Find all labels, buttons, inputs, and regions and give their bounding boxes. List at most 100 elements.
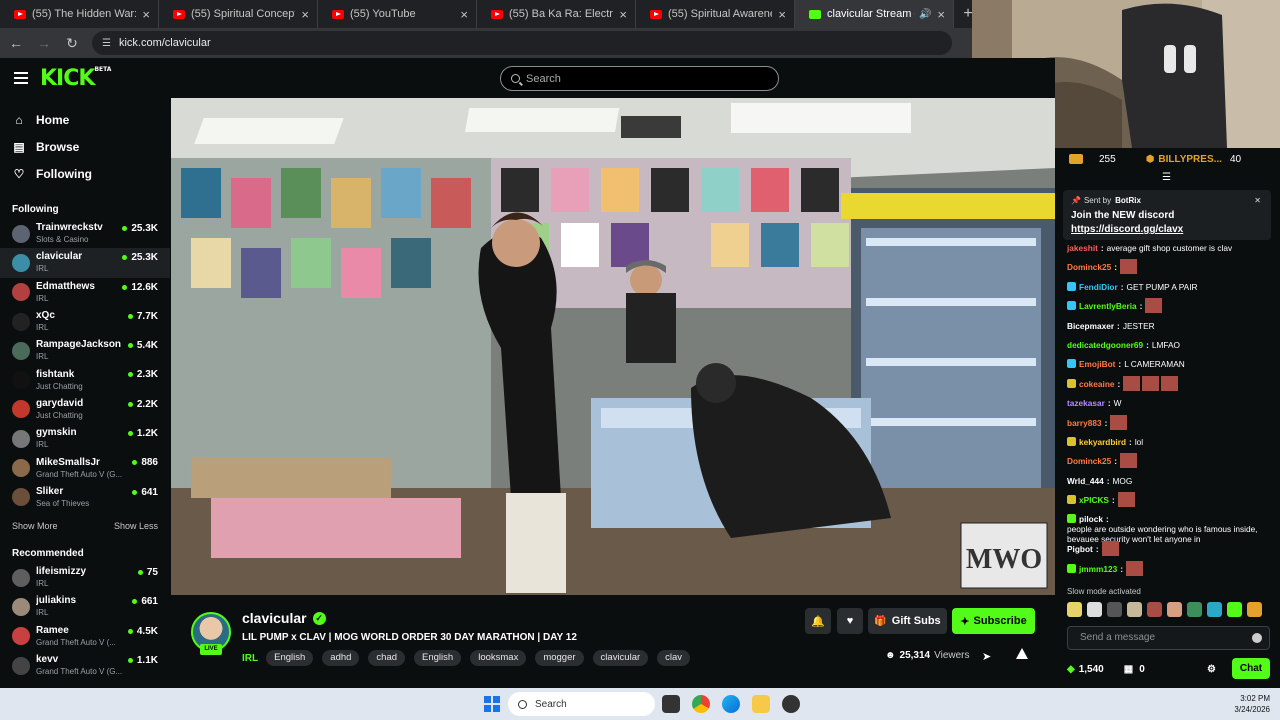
channel-item[interactable]: clavicular IRL 25.3K — [0, 248, 170, 278]
category-link[interactable]: IRL — [242, 653, 258, 664]
emote-icon[interactable] — [1147, 602, 1162, 617]
forward-icon[interactable]: → — [32, 31, 56, 55]
chat-username[interactable]: jmmm123 — [1079, 564, 1117, 574]
chat-username[interactable]: dedicatedgooner69 — [1067, 340, 1143, 350]
stream-tag[interactable]: English — [414, 650, 462, 666]
chat-username[interactable]: kekyardbird — [1079, 437, 1126, 447]
show-more-button[interactable]: Show More — [12, 521, 58, 531]
show-less-button[interactable]: Show Less — [114, 521, 158, 531]
browser-tab[interactable]: clavicular Stream - Watch Li 🔊 × — [795, 0, 954, 28]
chat-username[interactable]: Wrld_444 — [1067, 476, 1104, 486]
channel-item[interactable]: juliakins IRL 661 — [0, 592, 170, 621]
nav-following[interactable]: ♡ Following — [0, 160, 170, 187]
channel-item[interactable]: Trainwreckstv Slots & Casino 25.3K — [0, 219, 170, 248]
close-tab-icon[interactable]: × — [301, 7, 309, 22]
browser-tab[interactable]: (55) Spiritual Concepts Everyone × — [159, 0, 318, 28]
emote-icon[interactable] — [1107, 602, 1122, 617]
emote-icon[interactable] — [1127, 602, 1142, 617]
stream-tag[interactable]: chad — [368, 650, 406, 666]
notification-bell-button[interactable]: 🔔 — [805, 608, 831, 634]
stream-tag[interactable]: adhd — [322, 650, 360, 666]
chat-username[interactable]: FendiDior — [1079, 282, 1118, 292]
channel-item[interactable]: Ramee Grand Theft Auto V (... 4.5K — [0, 622, 170, 651]
emote-icon[interactable] — [1207, 602, 1222, 617]
close-tab-icon[interactable]: × — [937, 7, 945, 22]
browser-tab[interactable]: (55) YouTube × — [318, 0, 477, 28]
emote-icon[interactable] — [1087, 602, 1102, 617]
file-explorer-icon[interactable] — [752, 695, 770, 713]
unpin-icon[interactable]: ✕ — [1254, 196, 1261, 205]
chat-username[interactable]: pilock — [1079, 514, 1103, 524]
pinned-link[interactable]: https://discord.gg/clavx — [1071, 224, 1263, 235]
channel-item[interactable]: Edmatthews IRL 12.6K — [0, 278, 170, 307]
back-icon[interactable]: ← — [4, 31, 28, 55]
emote-icon[interactable] — [1227, 602, 1242, 617]
emote-icon[interactable] — [1067, 602, 1082, 617]
channel-item[interactable]: kevv Grand Theft Auto V (G... 1.1K — [0, 651, 170, 680]
points-count[interactable]: 1,540 — [1079, 664, 1104, 675]
stream-tag[interactable]: clav — [657, 650, 691, 666]
drops-count[interactable]: 0 — [1139, 664, 1145, 675]
chrome-icon[interactable] — [692, 695, 710, 713]
speaker-icon[interactable]: 🔊 — [919, 9, 931, 20]
task-view-icon[interactable] — [662, 695, 680, 713]
system-clock[interactable]: 3:02 PM 3/24/2026 — [1234, 693, 1270, 715]
kick-logo[interactable]: KICKBETA — [40, 66, 111, 91]
channel-item[interactable]: Sliker Sea of Thieves 641 — [0, 483, 170, 512]
browser-tab[interactable]: (55) Spiritual Awareness Will Ru × — [636, 0, 795, 28]
stream-tag[interactable]: looksmax — [470, 650, 527, 666]
chat-filter-icon[interactable]: ☰ — [1162, 172, 1171, 183]
pinned-bot-name[interactable]: BotRix — [1115, 196, 1141, 205]
channel-item[interactable]: MikeSmallsJr Grand Theft Auto V (G... 886 — [0, 453, 170, 482]
chat-username[interactable]: cokeaine — [1079, 379, 1115, 389]
chat-send-button[interactable]: Chat — [1232, 658, 1270, 679]
chat-username[interactable]: tazekasar — [1067, 398, 1105, 408]
leader-user[interactable]: BILLYPRES... — [1158, 154, 1222, 165]
report-icon[interactable] — [1016, 648, 1028, 659]
chat-username[interactable]: Pigbot — [1067, 544, 1093, 554]
windows-start-icon[interactable] — [484, 696, 500, 712]
gift-subs-button[interactable]: 🎁 Gift Subs — [868, 608, 947, 634]
close-tab-icon[interactable]: × — [142, 7, 150, 22]
emote-icon[interactable] — [1187, 602, 1202, 617]
chat-username[interactable]: EmojiBot — [1079, 359, 1115, 369]
channel-item[interactable]: garydavid Just Chatting 2.2K — [0, 395, 170, 424]
channel-item[interactable]: xQc IRL 7.7K — [0, 307, 170, 336]
stream-tag[interactable]: mogger — [535, 650, 584, 666]
stream-tag[interactable]: English — [266, 650, 314, 666]
share-icon[interactable]: ➤ — [982, 650, 991, 663]
follow-button[interactable]: ♥ — [837, 608, 863, 634]
video-player[interactable]: MWO — [171, 98, 1055, 595]
chat-username[interactable]: LavrentlyBeria — [1079, 301, 1137, 311]
emote-icon[interactable] — [1167, 602, 1182, 617]
chat-username[interactable]: Bicepmaxer — [1067, 321, 1114, 331]
channel-item[interactable]: lifeismizzy IRL 75 — [0, 563, 170, 592]
menu-icon[interactable] — [14, 72, 28, 84]
chat-username[interactable]: Dominck25 — [1067, 456, 1111, 466]
site-info-icon[interactable]: ☰ — [102, 38, 111, 49]
app-icon[interactable] — [782, 695, 800, 713]
edge-icon[interactable] — [722, 695, 740, 713]
chat-username[interactable]: Dominck25 — [1067, 262, 1111, 272]
reload-icon[interactable]: ↻ — [60, 31, 84, 55]
emoji-picker-icon[interactable] — [1252, 633, 1262, 643]
channel-item[interactable]: RampageJackson IRL 5.4K — [0, 336, 170, 365]
emote-icon[interactable] — [1247, 602, 1262, 617]
nav-home[interactable]: ⌂ Home — [0, 106, 170, 133]
chat-settings-icon[interactable]: ⚙ — [1207, 664, 1216, 675]
channel-name[interactable]: clavicular — [242, 610, 307, 626]
taskbar-search[interactable]: Search — [508, 692, 655, 716]
chat-username[interactable]: barry883 — [1067, 418, 1102, 428]
browser-tab[interactable]: (55) Ba Ka Ra: Electromagnetic × — [477, 0, 636, 28]
subscribe-button[interactable]: ✦ Subscribe — [952, 608, 1035, 634]
channel-item[interactable]: fishtank Just Chatting 2.3K — [0, 365, 170, 394]
chat-username[interactable]: jakeshit — [1067, 243, 1098, 253]
close-tab-icon[interactable]: × — [460, 7, 468, 22]
stream-tag[interactable]: clavicular — [592, 650, 649, 666]
channel-item[interactable]: gymskin IRL 1.2K — [0, 424, 170, 453]
search-input[interactable]: Search — [500, 66, 779, 91]
chat-input[interactable]: Send a message — [1067, 626, 1270, 650]
close-tab-icon[interactable]: × — [619, 7, 627, 22]
close-tab-icon[interactable]: × — [778, 7, 786, 22]
nav-browse[interactable]: ▤ Browse — [0, 133, 170, 160]
